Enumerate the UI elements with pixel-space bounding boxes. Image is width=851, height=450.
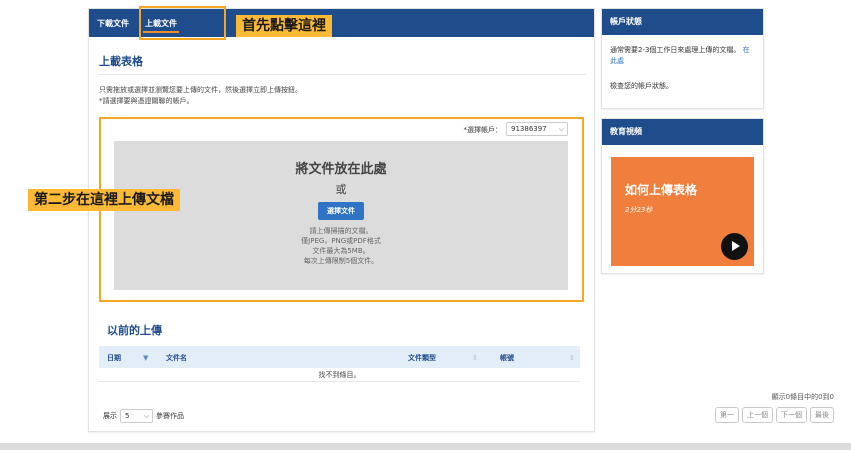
account-label: *選擇帳戶： xyxy=(463,126,503,134)
sort-icon: ⇕ xyxy=(472,354,478,362)
video-duration: 2分23秒 xyxy=(625,206,653,214)
sort-desc-icon: ▼ xyxy=(143,354,149,362)
chevron-down-icon: ⌵ xyxy=(558,125,564,133)
step1-callout: 首先點擊這裡 xyxy=(236,15,332,37)
empty-row: 找不到條目。 xyxy=(99,368,580,382)
divider xyxy=(99,74,586,75)
education-video-title: 教育視頻 xyxy=(602,119,763,145)
account-status-body: 通常需要2-3個工作日來處理上傳的文檔。 在此處 檢查您的帳戶狀態。 xyxy=(602,35,763,92)
account-select[interactable]: 91386397 ⌵ xyxy=(506,122,568,136)
dropzone-or: 或 xyxy=(335,183,347,196)
page-size-value: 5 xyxy=(125,412,130,420)
next-page-button[interactable]: 下一個 xyxy=(776,407,807,423)
table-header: 日期 ▼ 文件名 文件類型 ⇕ 帳號 ⇕ xyxy=(99,346,580,368)
upload-instructions: 只需拖放或選擇並瀏覽您要上傳的文件，然後選擇立即上傳按鈕。 *請選擇要與憑證關聯… xyxy=(99,85,579,107)
chevron-down-icon: ⌵ xyxy=(143,412,149,420)
col-filetype[interactable]: 文件類型 ⇕ xyxy=(408,353,478,363)
bottom-scroll-bar xyxy=(0,443,851,450)
education-video-card: 教育視頻 如何上傳表格 2分23秒 xyxy=(601,118,764,274)
page-size-suffix: 參賽作品 xyxy=(156,412,184,420)
dropzone-note-4: 每次上傳限制5個文件。 xyxy=(303,257,379,265)
tab-download[interactable]: 下載文件 xyxy=(89,9,137,37)
previous-uploads-title: 以前的上傳 xyxy=(107,324,162,337)
show-label: 展示 xyxy=(103,412,117,420)
step2-callout: 第二步在這裡上傳文檔 xyxy=(28,189,180,211)
file-dropzone[interactable]: 將文件放在此處 或 選擇文件 請上傳掃描的文檔。 僅JPEG，PNG或PDF格式… xyxy=(114,141,568,290)
prev-page-button[interactable]: 上一個 xyxy=(742,407,773,423)
col-filetype-label: 文件類型 xyxy=(408,354,436,362)
sort-icon: ⇕ xyxy=(569,354,575,362)
dropzone-note-3: 文件最大為5MB。 xyxy=(312,247,370,255)
col-account-label: 帳號 xyxy=(500,354,514,362)
play-icon[interactable] xyxy=(721,233,748,260)
account-status-text-1: 通常需要2-3個工作日來處理上傳的文檔。 xyxy=(610,46,741,54)
dropzone-note-1: 請上傳掃描的文檔。 xyxy=(309,227,373,235)
dropzone-notes: 請上傳掃描的文檔。 僅JPEG，PNG或PDF格式 文件最大為5MB。 每次上傳… xyxy=(114,226,568,266)
page-size-select[interactable]: 5 ⌵ xyxy=(120,409,153,423)
account-status-card: 帳戶狀態 通常需要2-3個工作日來處理上傳的文檔。 在此處 檢查您的帳戶狀態。 xyxy=(601,8,764,109)
upload-form-title: 上載表格 xyxy=(99,55,143,68)
upload-tab-highlight xyxy=(139,6,226,40)
account-status-title: 帳戶狀態 xyxy=(602,9,763,35)
col-filename[interactable]: 文件名 xyxy=(166,353,187,363)
pagination: 第一 上一個 下一個 最後 xyxy=(715,407,834,423)
previous-uploads-table: 日期 ▼ 文件名 文件類型 ⇕ 帳號 ⇕ 找不到條目。 xyxy=(99,346,580,382)
showing-entries: 顯示0條目中的0到0 xyxy=(771,393,834,401)
video-thumbnail[interactable]: 如何上傳表格 2分23秒 xyxy=(611,157,754,266)
dropzone-title: 將文件放在此處 xyxy=(295,162,387,177)
col-account[interactable]: 帳號 ⇕ xyxy=(500,353,575,363)
last-page-button[interactable]: 最後 xyxy=(810,407,834,423)
instruction-line-1: 只需拖放或選擇並瀏覽您要上傳的文件，然後選擇立即上傳按鈕。 xyxy=(99,86,302,94)
page-size-control: 展示 5 ⌵ 參賽作品 xyxy=(103,409,184,423)
col-date[interactable]: 日期 ▼ xyxy=(107,353,148,363)
video-title: 如何上傳表格 xyxy=(625,183,698,197)
col-date-label: 日期 xyxy=(107,354,121,362)
col-filename-label: 文件名 xyxy=(166,354,187,362)
first-page-button[interactable]: 第一 xyxy=(715,407,739,423)
account-status-text: 通常需要2-3個工作日來處理上傳的文檔。 在此處 xyxy=(610,45,755,67)
account-status-text-2: 檢查您的帳戶狀態。 xyxy=(610,82,673,90)
account-value: 91386397 xyxy=(511,125,547,133)
instruction-line-2: *請選擇要與憑證關聯的帳戶。 xyxy=(99,97,194,105)
dropzone-note-2: 僅JPEG，PNG或PDF格式 xyxy=(301,237,381,245)
choose-file-button[interactable]: 選擇文件 xyxy=(318,202,364,220)
